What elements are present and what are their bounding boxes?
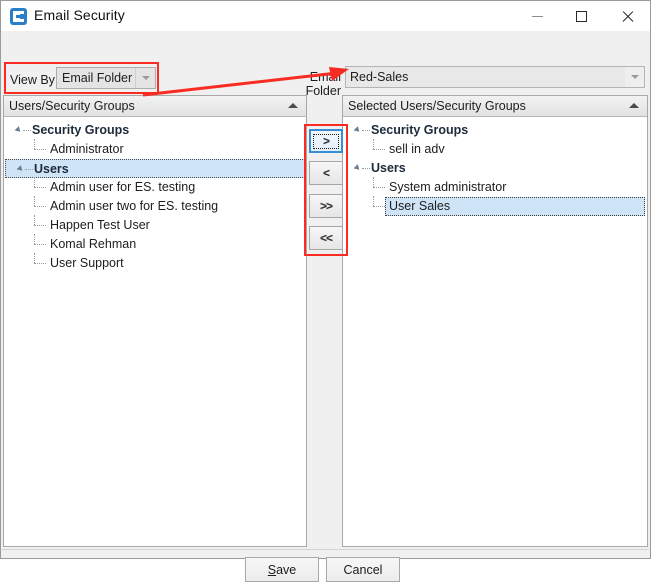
maximize-button[interactable] — [558, 1, 604, 31]
tree-node-label: Users — [371, 161, 406, 175]
tree-node-label: User Sales — [389, 199, 451, 213]
tree-node-label: User Support — [50, 256, 124, 270]
tree-node-komal-rehman[interactable]: Komal Rehman — [4, 234, 306, 254]
minimize-icon — [531, 15, 543, 17]
tree-node-label: System administrator — [389, 180, 507, 194]
expander-icon[interactable] — [16, 165, 25, 173]
view-by-select[interactable]: Email Folder — [56, 67, 156, 89]
tree-node-admin-user-two-es-testing[interactable]: Admin user two for ES. testing — [4, 196, 306, 216]
footer-divider — [2, 549, 649, 550]
tree-node-label: Users — [34, 162, 69, 176]
tree-node-administrator[interactable]: Administrator — [4, 139, 306, 159]
minimize-button[interactable] — [514, 1, 560, 31]
close-button[interactable] — [604, 1, 650, 31]
email-security-dialog: Email Security View By Email Folder Emai… — [0, 0, 651, 582]
expander-icon[interactable] — [353, 164, 362, 172]
move-left-button[interactable]: < — [309, 161, 343, 185]
tree-node-admin-user-es-testing[interactable]: Admin user for ES. testing — [4, 177, 306, 197]
email-folder-label: Email Folder — [305, 70, 341, 98]
expander-icon[interactable] — [14, 126, 23, 134]
maximize-icon — [575, 10, 587, 22]
view-by-dropdown-arrow[interactable] — [135, 68, 155, 88]
move-all-right-button[interactable]: >> — [309, 194, 343, 218]
tree-node-label: Administrator — [50, 142, 124, 156]
tree-node-label: Admin user for ES. testing — [50, 180, 196, 194]
save-accel-letter: S — [267, 562, 277, 577]
email-folder-select[interactable]: Red-Sales — [345, 66, 645, 88]
selected-tree-node-sell-in-adv[interactable]: sell in adv — [343, 139, 647, 159]
move-right-button[interactable]: > — [309, 129, 343, 153]
move-all-right-label: >> — [319, 199, 333, 213]
selected-tree-node-users[interactable]: Users — [343, 159, 647, 178]
tree-node-label: Happen Test User — [50, 218, 150, 232]
tree-node-label: Komal Rehman — [50, 237, 137, 251]
close-icon — [621, 10, 634, 23]
chevron-down-icon — [630, 75, 639, 79]
move-left-label: < — [322, 166, 330, 180]
selected-users-panel: Selected Users/Security Groups Security … — [342, 95, 648, 547]
tree-node-label: sell in adv — [389, 142, 445, 156]
expander-icon[interactable] — [353, 126, 362, 134]
title-bar: Email Security — [1, 1, 650, 32]
chevron-down-icon — [141, 76, 150, 80]
collapse-up-icon[interactable] — [288, 103, 298, 108]
selected-users-tree[interactable]: Security Groups sell in adv Users System… — [343, 117, 647, 216]
collapse-up-icon[interactable] — [629, 103, 639, 108]
save-button[interactable]: Save — [245, 557, 319, 582]
selected-users-panel-header: Selected Users/Security Groups — [343, 96, 647, 117]
selected-tree-node-user-sales[interactable]: User Sales — [343, 196, 647, 216]
save-label-rest: ave — [276, 562, 297, 577]
selected-users-panel-title: Selected Users/Security Groups — [348, 99, 526, 113]
email-folder-dropdown-arrow[interactable] — [625, 67, 644, 87]
dialog-body: View By Email Folder Email Folder Red-Sa… — [1, 31, 650, 582]
selected-tree-node-system-administrator[interactable]: System administrator — [343, 177, 647, 197]
selected-tree-node-security-groups[interactable]: Security Groups — [343, 121, 647, 140]
view-by-label: View By — [10, 73, 55, 87]
move-all-left-label: << — [319, 231, 333, 245]
available-users-panel-header: Users/Security Groups — [4, 96, 306, 117]
email-security-app-icon — [10, 8, 27, 25]
cancel-label: Cancel — [343, 562, 383, 577]
available-users-panel: Users/Security Groups Security Groups Ad… — [3, 95, 307, 547]
available-users-tree[interactable]: Security Groups Administrator Users Admi… — [4, 117, 306, 273]
tree-node-user-support[interactable]: User Support — [4, 253, 306, 273]
tree-node-users[interactable]: Users — [5, 159, 305, 178]
view-by-value: Email Folder — [62, 71, 133, 85]
move-all-left-button[interactable]: << — [309, 226, 343, 250]
tree-node-happen-test-user[interactable]: Happen Test User — [4, 215, 306, 235]
email-folder-value: Red-Sales — [350, 70, 409, 84]
tree-node-label: Security Groups — [371, 123, 469, 137]
available-users-panel-title: Users/Security Groups — [9, 99, 135, 113]
tree-node-security-groups[interactable]: Security Groups — [4, 121, 306, 140]
cancel-button[interactable]: Cancel — [326, 557, 400, 582]
move-right-label: > — [322, 134, 330, 148]
window-title: Email Security — [34, 7, 125, 23]
tree-node-label: Admin user two for ES. testing — [50, 199, 219, 213]
tree-node-label: Security Groups — [32, 123, 130, 137]
